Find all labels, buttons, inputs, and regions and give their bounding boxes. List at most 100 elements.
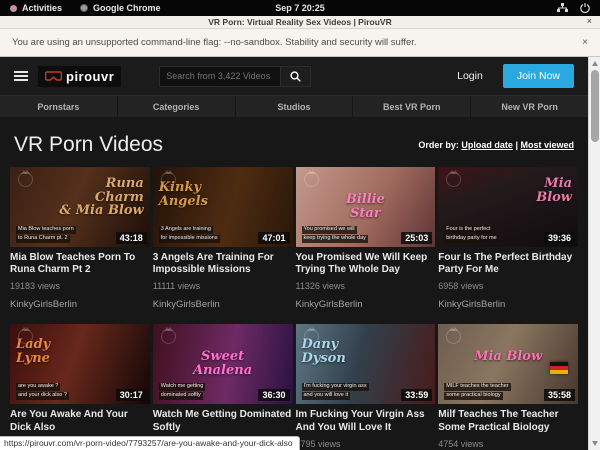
site-header: pirouvr Login Join Now — [0, 57, 588, 95]
video-title[interactable]: Im Fucking Your Virgin Ass And You Will … — [296, 409, 436, 433]
nav-item-new-vr[interactable]: New VR Porn — [471, 96, 588, 117]
duration-badge: 35:58 — [544, 389, 575, 401]
menu-hamburger-icon[interactable] — [14, 69, 28, 83]
thumbnail-caption: for impossible missions — [159, 235, 220, 243]
video-title[interactable]: Are You Awake And Your Dick Also — [10, 409, 150, 433]
thumbnail-caption: Mia Blow teaches porn — [16, 226, 76, 234]
order-upload-date-link[interactable]: Upload date — [461, 140, 513, 150]
activities-dot-icon — [10, 5, 17, 12]
page-head: VR Porn Videos Order by: Upload date | M… — [0, 117, 588, 167]
login-link[interactable]: Login — [447, 70, 493, 82]
warning-close-icon[interactable]: × — [582, 37, 588, 48]
thumbnail-caption: You promised we will — [302, 226, 357, 234]
search-input[interactable] — [159, 66, 281, 87]
video-card[interactable]: Mia Blow MILF teaches the teachersome pr… — [438, 324, 578, 450]
video-title[interactable]: Milf Teaches The Teacher Some Practical … — [438, 409, 578, 433]
german-flag-icon — [550, 362, 568, 374]
scroll-up-icon[interactable] — [592, 61, 598, 66]
scrollbar-thumb[interactable] — [591, 70, 599, 142]
thumbnail-caption: some practical biology — [444, 392, 502, 400]
window-close-icon[interactable]: × — [587, 16, 592, 26]
chrome-icon — [80, 4, 88, 12]
video-card[interactable]: Lady Lyne are you awake ?and your dick a… — [10, 324, 150, 450]
video-thumbnail[interactable]: Runa Charm & Mia Blow Mia Blow teaches p… — [10, 167, 150, 247]
thumbnail-caption: are you awake ? — [16, 383, 60, 391]
thumbnail-caption: Watch me getting — [159, 383, 206, 391]
thumbnail-caption: birthday party for me — [444, 235, 498, 243]
studio-link[interactable]: KinkyGirlsBerlin — [438, 299, 578, 310]
page-title: VR Porn Videos — [14, 133, 163, 157]
view-count: 8795 views — [296, 439, 436, 449]
duration-badge: 33:59 — [401, 389, 432, 401]
page-scrollbar[interactable] — [588, 57, 600, 450]
duration-badge: 25:03 — [401, 232, 432, 244]
view-count: 11111 views — [153, 281, 293, 291]
thumbnail-overlay-title: Kinky Angels — [159, 181, 287, 208]
duration-badge: 43:18 — [116, 232, 147, 244]
studio-link[interactable]: KinkyGirlsBerlin — [296, 299, 436, 310]
video-thumbnail[interactable]: Lady Lyne are you awake ?and your dick a… — [10, 324, 150, 404]
video-card[interactable]: Sweet Analena Watch me gettingdominated … — [153, 324, 293, 450]
video-card[interactable]: Kinky Angels 3 Angels are trainingfor im… — [153, 167, 293, 310]
thumbnail-caption: keep trying the whole day — [302, 235, 368, 243]
vr-goggles-icon — [45, 71, 62, 82]
view-count: 4754 views — [438, 439, 578, 449]
duration-badge: 47:01 — [258, 232, 289, 244]
search-button[interactable] — [281, 66, 311, 87]
site-logo-text: pirouvr — [66, 69, 114, 84]
video-thumbnail[interactable]: Mia Blow Four is the perfectbirthday par… — [438, 167, 578, 247]
nav-item-best-vr[interactable]: Best VR Porn — [353, 96, 471, 117]
activities-button[interactable]: Activities — [10, 3, 62, 13]
nav-item-studios[interactable]: Studios — [236, 96, 354, 117]
window-title: VR Porn: Virtual Reality Sex Videos | Pi… — [208, 17, 391, 27]
warning-text: You are using an unsupported command-lin… — [12, 37, 417, 48]
studio-cat-logo-icon — [161, 329, 176, 344]
system-top-bar: Activities Google Chrome Sep 7 20:25 — [0, 0, 600, 16]
video-title[interactable]: 3 Angels Are Training For Impossible Mis… — [153, 252, 293, 276]
duration-badge: 39:36 — [544, 232, 575, 244]
main-nav: Pornstars Categories Studios Best VR Por… — [0, 95, 588, 117]
video-card[interactable]: Mia Blow Four is the perfectbirthday par… — [438, 167, 578, 310]
video-title[interactable]: Four Is The Perfect Birthday Party For M… — [438, 252, 578, 276]
video-title[interactable]: Watch Me Getting Dominated Softly — [153, 409, 293, 433]
thumbnail-caption: and your dick also ? — [16, 392, 69, 400]
thumbnail-caption: dominated softly — [159, 392, 203, 400]
order-most-viewed-link[interactable]: Most viewed — [520, 140, 574, 150]
studio-cat-logo-icon — [304, 172, 319, 187]
join-now-button[interactable]: Join Now — [503, 64, 574, 88]
network-icon[interactable] — [557, 3, 568, 13]
thumbnail-overlay-title: Billie Star — [302, 193, 430, 220]
video-thumbnail[interactable]: Mia Blow MILF teaches the teachersome pr… — [438, 324, 578, 404]
studio-link[interactable]: KinkyGirlsBerlin — [10, 299, 150, 310]
thumbnail-caption: to Runa Charm pt. 2 — [16, 235, 70, 243]
site-logo[interactable]: pirouvr — [38, 66, 121, 87]
app-indicator-label: Google Chrome — [93, 3, 161, 13]
thumbnail-caption: Four is the perfect — [444, 226, 492, 234]
duration-badge: 36:30 — [258, 389, 289, 401]
power-icon[interactable] — [580, 3, 590, 13]
video-thumbnail[interactable]: Billie Star You promised we willkeep try… — [296, 167, 436, 247]
video-title[interactable]: You Promised We Will Keep Trying The Who… — [296, 252, 436, 276]
studio-cat-logo-icon — [446, 329, 461, 344]
video-thumbnail[interactable]: Sweet Analena Watch me gettingdominated … — [153, 324, 293, 404]
studio-link[interactable]: KinkyGirlsBerlin — [153, 299, 293, 310]
thumbnail-overlay-title: Sweet Analena — [159, 350, 287, 377]
thumbnail-caption: and you will love it — [302, 392, 351, 400]
video-thumbnail[interactable]: Dany Dyson I'm fucking your virgin assan… — [296, 324, 436, 404]
thumbnail-overlay-title: Mia Blow — [444, 177, 572, 204]
nav-item-categories[interactable]: Categories — [118, 96, 236, 117]
video-card[interactable]: Billie Star You promised we willkeep try… — [296, 167, 436, 310]
video-card[interactable]: Dany Dyson I'm fucking your virgin assan… — [296, 324, 436, 450]
app-indicator-google-chrome[interactable]: Google Chrome — [80, 3, 161, 13]
clock[interactable]: Sep 7 20:25 — [275, 3, 325, 13]
status-url-bar: https://pirouvr.com/vr-porn-video/779325… — [0, 436, 300, 450]
nav-item-pornstars[interactable]: Pornstars — [0, 96, 118, 117]
video-title[interactable]: Mia Blow Teaches Porn To Runa Charm Pt 2 — [10, 252, 150, 276]
video-thumbnail[interactable]: Kinky Angels 3 Angels are trainingfor im… — [153, 167, 293, 247]
view-count: 6958 views — [438, 281, 578, 291]
video-card[interactable]: Runa Charm & Mia Blow Mia Blow teaches p… — [10, 167, 150, 310]
activities-label: Activities — [22, 3, 62, 13]
chrome-warning-bar: You are using an unsupported command-lin… — [0, 29, 600, 57]
thumbnail-caption: 3 Angels are training — [159, 226, 213, 234]
scroll-down-icon[interactable] — [592, 441, 598, 446]
